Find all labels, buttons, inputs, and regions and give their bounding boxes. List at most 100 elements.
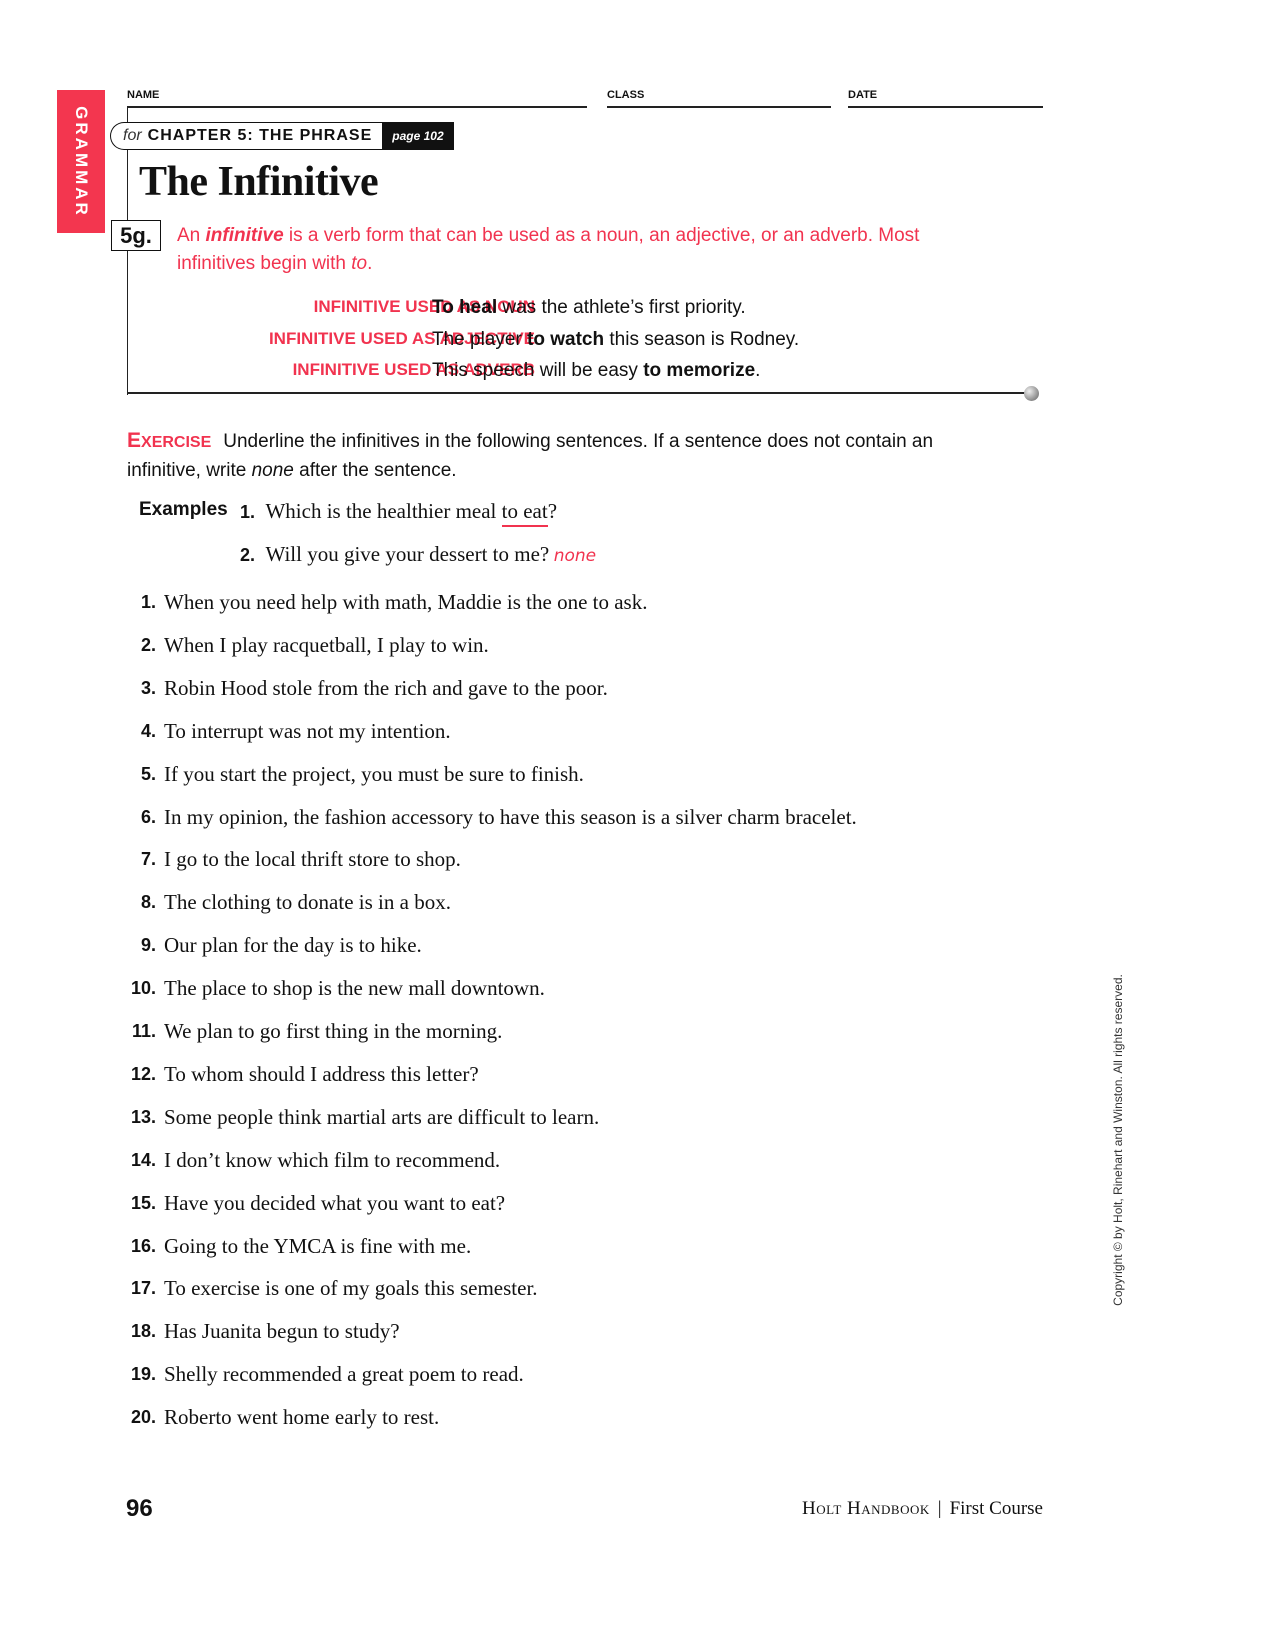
item-sentence[interactable]: In my opinion, the fashion accessory to … xyxy=(164,805,857,830)
item-sentence[interactable]: Our plan for the day is to hike. xyxy=(164,933,422,958)
example-item: 1. Which is the healthier meal to eat? xyxy=(240,499,557,527)
exercise-item[interactable]: 17. To exercise is one of my goals this s… xyxy=(120,1276,1020,1306)
footer-brand: Holt Handbook | First Course xyxy=(802,1498,1043,1520)
exercise-item[interactable]: 20. Roberto went home early to rest. xyxy=(120,1405,1020,1435)
item-sentence[interactable]: Have you decided what you want to eat? xyxy=(164,1191,505,1216)
example-number: 1. xyxy=(240,502,256,522)
item-number: 1. xyxy=(140,592,156,612)
item-number: 16. xyxy=(130,1235,156,1256)
date-field[interactable] xyxy=(848,106,1043,108)
example-answer: none xyxy=(553,546,597,566)
item-sentence[interactable]: I don’t know which film to recommend. xyxy=(164,1148,500,1173)
item-sentence[interactable]: Shelly recommended a great poem to read. xyxy=(164,1362,524,1387)
section-bottom-rule xyxy=(127,392,1027,394)
page-reference: page 102 xyxy=(382,121,454,150)
name-field[interactable] xyxy=(127,106,587,108)
item-number: 4. xyxy=(140,720,156,741)
book-title: Holt Handbook xyxy=(801,1498,930,1519)
exercise-item[interactable]: 5. If you start the project, you must be … xyxy=(120,762,1020,792)
item-number: 20. xyxy=(130,1407,156,1428)
rule-number: 5g. xyxy=(111,220,161,251)
item-sentence[interactable]: When I play racquetball, I play to win. xyxy=(164,633,489,658)
item-number: 19. xyxy=(130,1364,156,1385)
usage-example-row: INFINITIVE USED AS ADVERB This speech wi… xyxy=(127,360,1027,390)
exercise-item[interactable]: 13. Some people think martial arts are di… xyxy=(120,1105,1020,1135)
instructions-text: Underline the infinitives in the followi… xyxy=(127,431,934,481)
page-number: 96 xyxy=(126,1495,153,1522)
exercise-item[interactable]: 6. In my opinion, the fashion accessory t… xyxy=(120,805,1020,835)
item-number: 7. xyxy=(140,849,156,870)
item-number: 14. xyxy=(130,1149,156,1170)
copyright-notice: Copyright © by Holt, Rinehart and Winsto… xyxy=(1111,974,1125,1306)
item-sentence[interactable]: Some people think martial arts are diffi… xyxy=(164,1105,599,1130)
item-number: 12. xyxy=(130,1063,156,1084)
item-number: 2. xyxy=(140,634,156,655)
rule-to-word: to xyxy=(351,253,368,274)
usage-sentence: The player to watch this season is Rodne… xyxy=(432,329,800,350)
item-number: 13. xyxy=(130,1106,156,1127)
exercise-item[interactable]: 16. Going to the YMCA is fine with me. xyxy=(120,1234,1020,1264)
item-sentence[interactable]: The clothing to donate is in a box. xyxy=(164,890,451,915)
grammar-side-tab: GRAMMAR xyxy=(57,90,105,233)
item-number: 5. xyxy=(140,763,156,784)
chapter-title: CHAPTER 5: THE PHRASE xyxy=(147,127,373,144)
item-sentence[interactable]: To exercise is one of my goals this seme… xyxy=(164,1276,538,1301)
item-sentence[interactable]: The place to shop is the new mall downto… xyxy=(164,976,545,1001)
exercise-item[interactable]: 8. The clothing to donate is in a box. xyxy=(120,890,1020,920)
exercise-item[interactable]: 14. I don’t know which film to recommend. xyxy=(120,1148,1020,1178)
item-number: 8. xyxy=(140,892,156,913)
example-number: 2. xyxy=(240,545,256,565)
usage-example-row: INFINITIVE USED AS NOUN To heal was the … xyxy=(127,297,1027,327)
rule-term: infinitive xyxy=(205,225,284,246)
exercise-instructions: EXERCISE Underline the infinitives in the… xyxy=(127,427,987,485)
rule-end-ball-icon xyxy=(1024,386,1039,401)
item-sentence[interactable]: Roberto went home early to rest. xyxy=(164,1405,439,1430)
exercise-item[interactable]: 18. Has Juanita begun to study? xyxy=(120,1319,1020,1349)
usage-sentence: This speech will be easy to memorize. xyxy=(432,360,761,381)
rule-text-prefix: An xyxy=(177,225,206,246)
exercise-item[interactable]: 7. I go to the local thrift store to shop… xyxy=(120,847,1020,877)
exercise-keyword: EXERCISE xyxy=(127,429,212,452)
chapter-for: for xyxy=(123,127,142,144)
item-sentence[interactable]: Has Juanita begun to study? xyxy=(164,1319,400,1344)
underlined-infinitive: to eat xyxy=(501,499,548,527)
date-label: DATE xyxy=(848,89,878,101)
chapter-banner: for CHAPTER 5: THE PHRASE page 102 xyxy=(110,121,454,150)
example-sentence: Which is the healthier meal to eat? xyxy=(265,499,557,527)
item-number: 11. xyxy=(131,1021,156,1041)
exercise-item[interactable]: 2. When I play racquetball, I play to win… xyxy=(120,633,1020,663)
item-number: 17. xyxy=(130,1278,156,1299)
exercise-item[interactable]: 9. Our plan for the day is to hike. xyxy=(120,933,1020,963)
item-number: 6. xyxy=(140,806,156,827)
name-label: NAME xyxy=(127,89,160,101)
item-sentence[interactable]: We plan to go first thing in the morning… xyxy=(164,1019,502,1044)
example-sentence: Will you give your dessert to me? xyxy=(265,542,550,566)
item-sentence[interactable]: Going to the YMCA is fine with me. xyxy=(164,1234,471,1259)
item-sentence[interactable]: To interrupt was not my intention. xyxy=(164,719,451,744)
exercise-item[interactable]: 10. The place to shop is the new mall dow… xyxy=(120,976,1020,1006)
exercise-item[interactable]: 15. Have you decided what you want to eat… xyxy=(120,1191,1020,1221)
item-sentence[interactable]: Robin Hood stole from the rich and gave … xyxy=(164,676,608,701)
item-number: 3. xyxy=(140,677,156,698)
exercise-item[interactable]: 4. To interrupt was not my intention. xyxy=(120,719,1020,749)
item-sentence[interactable]: I go to the local thrift store to shop. xyxy=(164,847,461,872)
item-sentence[interactable]: To whom should I address this letter? xyxy=(164,1062,479,1087)
examples-label: Examples xyxy=(139,499,228,520)
rule-text-end: . xyxy=(367,253,373,274)
usage-sentence: To heal was the athlete’s first priority… xyxy=(432,297,746,318)
side-tab-label: GRAMMAR xyxy=(72,105,91,218)
item-number: 9. xyxy=(140,935,156,956)
exercise-item[interactable]: 11. We plan to go first thing in the morn… xyxy=(120,1019,1020,1049)
exercise-item[interactable]: 12. To whom should I address this letter? xyxy=(120,1062,1020,1092)
exercise-item[interactable]: 1. When you need help with math, Maddie i… xyxy=(120,590,1020,620)
course-name: First Course xyxy=(949,1498,1043,1519)
item-number: 10. xyxy=(130,978,156,999)
class-label: CLASS xyxy=(607,89,645,101)
page-title: The Infinitive xyxy=(139,159,379,205)
item-sentence[interactable]: If you start the project, you must be su… xyxy=(164,762,584,787)
exercise-item[interactable]: 3. Robin Hood stole from the rich and gav… xyxy=(120,676,1020,706)
rule-text-mid: is a verb form that can be used as a nou… xyxy=(177,225,920,274)
exercise-item[interactable]: 19. Shelly recommended a great poem to re… xyxy=(120,1362,1020,1392)
item-sentence[interactable]: When you need help with math, Maddie is … xyxy=(164,590,647,615)
class-field[interactable] xyxy=(607,106,831,108)
